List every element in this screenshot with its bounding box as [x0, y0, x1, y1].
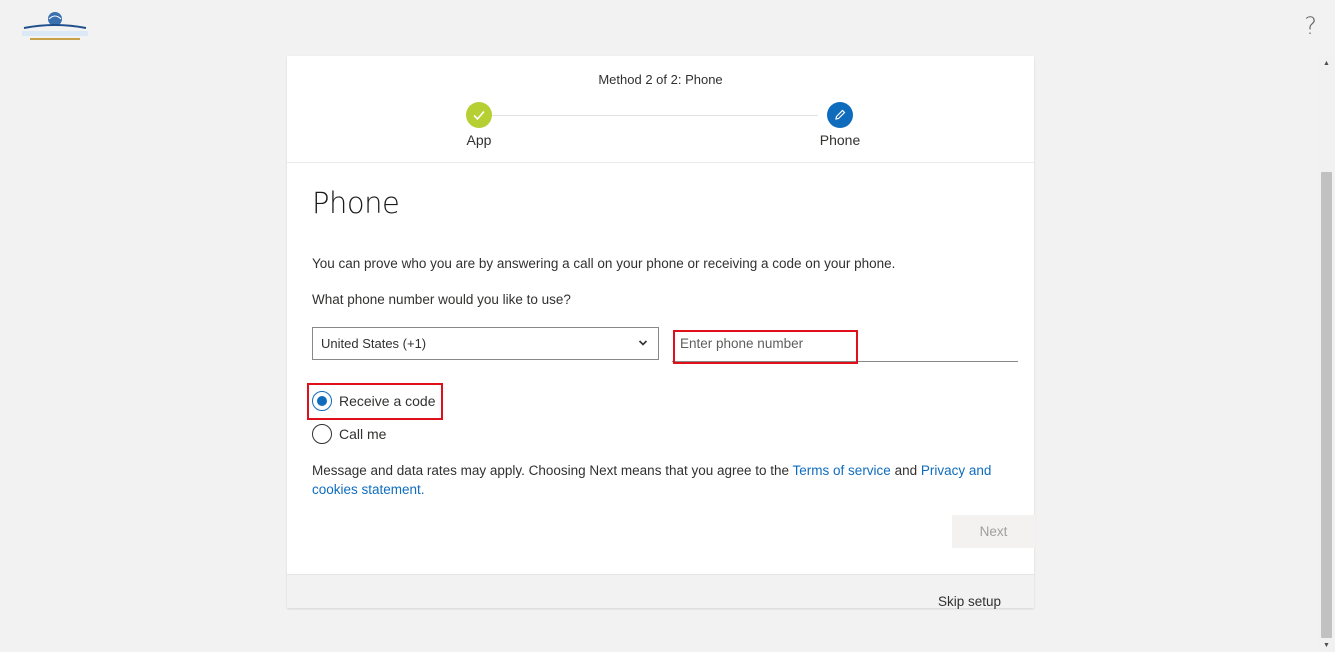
receive-code-radio[interactable]	[312, 391, 332, 411]
receive-code-label: Receive a code	[339, 393, 436, 409]
description-text: You can prove who you are by answering a…	[312, 256, 896, 271]
terms-of-service-link[interactable]: Terms of service	[793, 463, 891, 478]
method-title: Method 2 of 2: Phone	[598, 72, 723, 87]
country-code-select[interactable]: United States (+1)	[312, 327, 659, 360]
phone-number-field	[672, 327, 1018, 362]
call-me-option[interactable]: Call me	[312, 424, 386, 444]
progress-stepper: Method 2 of 2: Phone App Phone	[287, 56, 1034, 163]
phone-question: What phone number would you like to use?	[312, 292, 571, 307]
check-icon	[466, 102, 492, 128]
step-label-app: App	[466, 132, 492, 148]
chevron-down-icon	[638, 328, 648, 372]
country-code-value: United States (+1)	[321, 336, 427, 351]
pencil-icon	[827, 102, 853, 128]
notice-and-text: and	[890, 463, 921, 478]
next-button[interactable]: Next	[952, 515, 1035, 548]
scroll-up-arrow-icon[interactable]: ▲	[1318, 56, 1335, 70]
skip-setup-link[interactable]: Skip setup	[938, 594, 1001, 609]
card-footer: Skip setup	[287, 574, 1034, 609]
phone-method-form: Phone You can prove who you are by answe…	[307, 186, 1035, 548]
notice-text: Message and data rates may apply. Choosi…	[312, 463, 793, 478]
help-icon[interactable]: ?	[1304, 14, 1317, 38]
rates-notice: Message and data rates may apply. Choosi…	[312, 461, 1017, 499]
phone-number-input[interactable]	[678, 327, 1012, 360]
receive-code-option[interactable]: Receive a code	[312, 391, 436, 411]
call-me-radio[interactable]	[312, 424, 332, 444]
page-title: Phone	[312, 186, 400, 220]
call-me-label: Call me	[339, 426, 387, 442]
top-bar: ?	[0, 0, 1335, 56]
step-connector	[492, 115, 818, 116]
step-label-phone: Phone	[819, 132, 861, 148]
scrollbar-thumb[interactable]	[1321, 172, 1332, 638]
scroll-down-arrow-icon[interactable]: ▼	[1318, 638, 1335, 652]
health-choice-network-logo	[20, 10, 90, 44]
setup-card: Method 2 of 2: Phone App Phone Phone You…	[287, 56, 1035, 609]
vertical-scrollbar[interactable]: ▲ ▼	[1318, 56, 1335, 652]
